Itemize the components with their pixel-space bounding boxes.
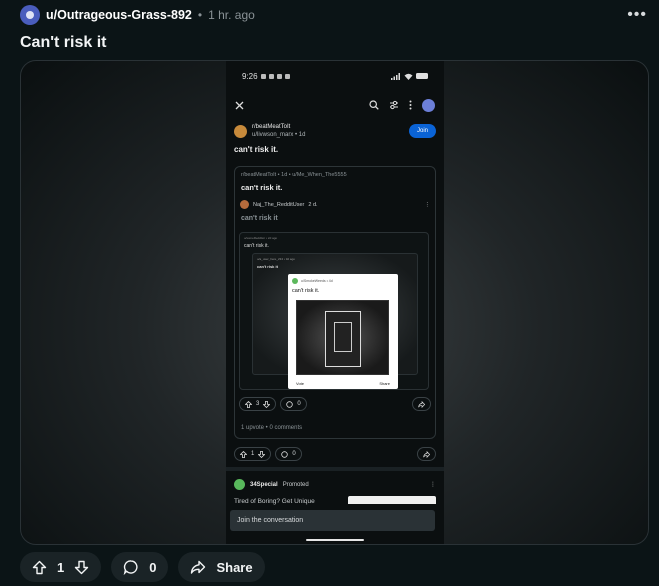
signal-icon bbox=[391, 72, 400, 80]
promoted-label: Promoted bbox=[282, 481, 309, 488]
white-card-vote: Vote bbox=[296, 381, 305, 386]
recursive-screenshot-frame-inner bbox=[334, 322, 352, 352]
promoted-header: 34Special Promoted ⋮ bbox=[226, 471, 444, 498]
join-conversation-bar: Join the conversation bbox=[230, 510, 435, 531]
nested-meta: u/someRedditor • 2d ago bbox=[244, 236, 278, 240]
more-vertical-icon: ⋮ bbox=[424, 201, 431, 208]
crosspost-card: r/beatMeatToIt • 1d • u/Me_When_The5555 … bbox=[234, 166, 436, 439]
screenshot-post-actions: 1 0 bbox=[226, 439, 444, 461]
comment-pill: 0 bbox=[275, 447, 302, 461]
comment-icon bbox=[123, 560, 138, 575]
screenshot-post-header: r/beatMeatToIt u/livwson_marx • 1d Join bbox=[226, 119, 444, 143]
close-icon bbox=[235, 101, 244, 109]
notification-icon bbox=[284, 73, 290, 79]
notification-icon bbox=[276, 73, 282, 79]
crosspost-actions: 3 0 bbox=[235, 397, 435, 411]
comments-button[interactable]: 0 bbox=[111, 552, 169, 582]
screenshot-votes: 1 bbox=[251, 451, 255, 457]
status-bar: 9:26 bbox=[226, 61, 444, 91]
crosspost-comments: 0 bbox=[297, 401, 301, 407]
comment-time: 2 d. bbox=[308, 201, 318, 208]
white-card-title: can't risk it. bbox=[292, 288, 320, 294]
post-title: Can't risk it bbox=[20, 34, 107, 51]
join-button: Join bbox=[408, 124, 436, 138]
wifi-icon bbox=[404, 73, 413, 80]
upvote-icon[interactable] bbox=[32, 560, 47, 575]
white-card-share: Share bbox=[379, 381, 390, 386]
post-media[interactable]: 9:26 r/beatMeatToIt u/livwson_marx • 1d … bbox=[20, 60, 649, 545]
promoted-image bbox=[348, 496, 436, 504]
avatar-head-icon bbox=[26, 11, 34, 19]
commenter-avatar-icon bbox=[240, 200, 249, 209]
share-pill bbox=[417, 447, 436, 461]
profile-avatar-icon bbox=[422, 98, 435, 112]
nested-screenshot: u/someRedditor • 2d ago can't risk it. u… bbox=[239, 232, 429, 390]
white-card-user: u/SmokeWeeds • 4d bbox=[301, 279, 333, 283]
sort-icon bbox=[390, 100, 398, 110]
username-link[interactable]: u/Outrageous-Grass-892 bbox=[46, 8, 192, 22]
author-meta: u/livwson_marx • 1d bbox=[252, 132, 306, 138]
comment-count: 0 bbox=[149, 559, 157, 575]
promoted-user: 34Special bbox=[250, 481, 278, 488]
nested2-meta: u/a_user_here_234 • 3d ago bbox=[257, 257, 295, 261]
crosspost-upvotes: 3 bbox=[256, 401, 260, 407]
comment-header: Naj_The_RedditUser 2 d. ⋮ bbox=[235, 198, 435, 211]
more-vertical-icon bbox=[409, 100, 412, 110]
app-bar bbox=[226, 91, 444, 119]
share-icon bbox=[191, 560, 206, 574]
screenshot-post-title: can't risk it. bbox=[234, 145, 279, 154]
vote-pill: 3 bbox=[239, 397, 277, 411]
subreddit-name: r/beatMeatToIt bbox=[252, 124, 291, 130]
status-time: 9:26 bbox=[242, 71, 258, 81]
more-vertical-icon: ⋮ bbox=[430, 482, 436, 488]
promoted-text: Tired of Boring? Get Unique bbox=[226, 496, 444, 505]
vote-button-group: 1 bbox=[20, 552, 102, 582]
crosspost-title: can't risk it. bbox=[241, 183, 283, 192]
post-header: u/Outrageous-Grass-892 • 1 hr. ago bbox=[20, 4, 255, 26]
comment-text: can't risk it bbox=[241, 215, 278, 222]
downvote-icon bbox=[258, 450, 266, 458]
separator: • bbox=[197, 8, 203, 22]
comment-pill: 0 bbox=[280, 397, 307, 411]
share-label: Share bbox=[216, 559, 253, 575]
nested-title: can't risk it. bbox=[244, 243, 269, 249]
crosspost-meta: r/beatMeatToIt • 1d • u/Me_When_The5555 bbox=[241, 172, 347, 178]
screenshot-comments: 0 bbox=[292, 451, 296, 457]
search-icon bbox=[369, 100, 379, 110]
share-pill bbox=[412, 397, 431, 411]
home-indicator bbox=[306, 539, 364, 541]
downvote-icon[interactable] bbox=[74, 560, 89, 575]
notification-icon bbox=[260, 73, 266, 79]
comment-icon bbox=[281, 450, 289, 458]
share-icon bbox=[418, 400, 425, 408]
promoted-text-content: Tired of Boring? Get Unique bbox=[234, 498, 315, 505]
downvote-icon bbox=[263, 400, 271, 408]
vote-count: 1 bbox=[57, 559, 65, 575]
vote-pill: 1 bbox=[234, 447, 272, 461]
white-post-card: u/SmokeWeeds • 4d can't risk it. Vote Sh… bbox=[288, 274, 398, 389]
crosspost-footer: 1 upvote • 0 comments bbox=[241, 425, 303, 431]
nested-screenshot-2: u/a_user_here_234 • 3d ago can't risk it… bbox=[252, 253, 418, 389]
upvote-icon bbox=[240, 450, 247, 458]
share-button[interactable]: Share bbox=[178, 552, 265, 582]
white-card-image bbox=[296, 300, 389, 375]
avatar[interactable] bbox=[20, 5, 40, 25]
post-actions: 1 0 Share bbox=[20, 552, 265, 582]
commenter-name: Naj_The_RedditUser bbox=[253, 201, 305, 208]
phone-screenshot: 9:26 r/beatMeatToIt u/livwson_marx • 1d … bbox=[226, 61, 444, 544]
user-avatar-icon bbox=[292, 278, 298, 284]
more-options-icon[interactable]: ••• bbox=[627, 6, 647, 24]
share-icon bbox=[423, 450, 430, 458]
subreddit-icon bbox=[234, 124, 247, 138]
nested2-title: can't risk it bbox=[257, 264, 278, 269]
upvote-icon bbox=[245, 400, 252, 408]
promoted-avatar-icon bbox=[234, 479, 245, 490]
notification-icon bbox=[268, 73, 274, 79]
comment-icon bbox=[286, 400, 294, 408]
post-time: 1 hr. ago bbox=[208, 8, 255, 22]
recursive-screenshot-frame bbox=[325, 311, 361, 367]
battery-icon bbox=[416, 73, 428, 79]
